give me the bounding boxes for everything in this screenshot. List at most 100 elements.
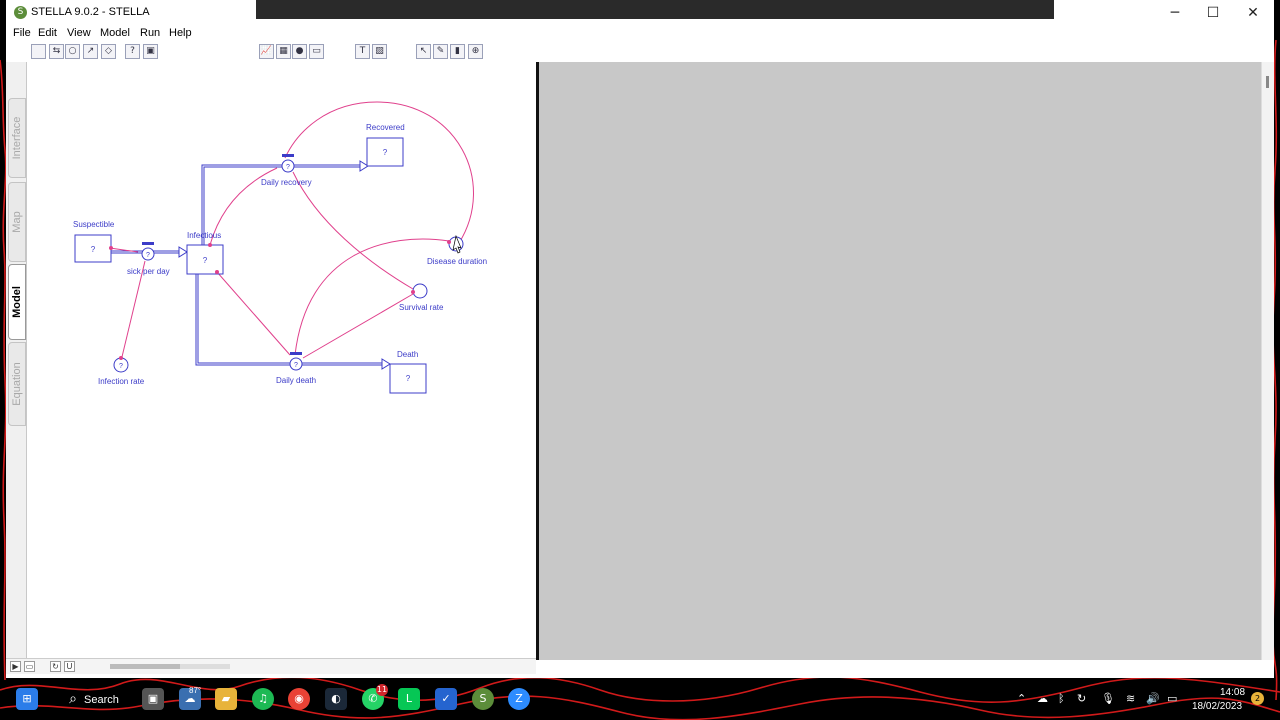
stock-flow-diagram: ? ? ? ? ? ? ? ? Suspectible Infectious R… xyxy=(73,101,487,394)
wifi-icon[interactable]: ≋ xyxy=(1126,692,1135,705)
connector-duration-to-death xyxy=(294,238,450,356)
vertical-scroll-thumb[interactable] xyxy=(1266,76,1269,88)
record-tool-icon[interactable]: ▣ xyxy=(143,44,158,59)
stock-tool-icon[interactable] xyxy=(31,44,46,59)
vertical-scrollbar[interactable] xyxy=(1261,62,1274,660)
menu-view[interactable]: View xyxy=(67,27,91,39)
ghost-tool-icon[interactable]: ⊕ xyxy=(468,44,483,59)
refresh-control-icon[interactable]: ↻ xyxy=(50,661,61,672)
notification-count-badge[interactable]: 2 xyxy=(1251,692,1264,705)
knob-tool-icon[interactable]: ● xyxy=(292,44,307,59)
text-tool-icon[interactable]: T xyxy=(355,44,370,59)
paintbrush-tool-icon[interactable]: ✎ xyxy=(433,44,448,59)
flow-tool-icon[interactable]: ⇆ xyxy=(49,44,64,59)
tab-model[interactable]: Model xyxy=(8,264,26,340)
stock-infectious-value: ? xyxy=(203,256,208,265)
help-tool-icon[interactable]: ? xyxy=(125,44,140,59)
connector-infectious-to-death xyxy=(216,271,291,356)
flow-daily-recovery-value: ? xyxy=(286,164,290,171)
todo-app-icon[interactable]: ✓ xyxy=(435,688,457,710)
stock-death-value: ? xyxy=(406,374,411,383)
picture-tool-icon[interactable]: ▨ xyxy=(372,44,387,59)
title-bar: S STELLA 9.0.2 - STELLA ─ ☐ ✕ xyxy=(6,0,1274,26)
side-tab-strip: Interface Map Model Equation xyxy=(6,62,27,658)
volume-icon[interactable]: 🔊 xyxy=(1146,692,1160,705)
connector-tool-icon[interactable]: ↗ xyxy=(83,44,98,59)
label-infection-rate: Infection rate xyxy=(98,377,145,386)
file-explorer-icon[interactable]: ▰ xyxy=(215,688,237,710)
whatsapp-icon[interactable]: ✆ 11 xyxy=(362,684,388,710)
connector-survival-to-recovery xyxy=(292,171,414,290)
horizontal-scrollbar[interactable] xyxy=(110,664,230,669)
taskbar-search-label[interactable]: Search xyxy=(84,694,119,706)
show-hidden-icons-icon[interactable]: ⌃ xyxy=(1017,692,1026,705)
label-daily-death: Daily death xyxy=(276,376,316,385)
converter-infection-rate-value: ? xyxy=(119,363,123,370)
label-survival-rate: Survival rate xyxy=(399,303,444,312)
flow-daily-death-value: ? xyxy=(294,362,298,369)
stock-susceptible-value: ? xyxy=(91,245,96,254)
menu-edit[interactable]: Edit xyxy=(38,27,57,39)
zoom-control-icon[interactable]: ▭ xyxy=(24,661,35,672)
maximize-button[interactable]: ☐ xyxy=(1194,2,1232,24)
menu-file[interactable]: File xyxy=(13,27,31,39)
numeric-display-tool-icon[interactable]: ▭ xyxy=(309,44,324,59)
tab-interface[interactable]: Interface xyxy=(8,98,26,178)
onedrive-icon[interactable]: ☁ xyxy=(1037,692,1048,705)
menu-help[interactable]: Help xyxy=(169,27,192,39)
title-bar-dark-strip xyxy=(256,0,1054,19)
chrome-icon[interactable]: ◉ xyxy=(288,688,310,710)
flow-sick-per-day-value: ? xyxy=(146,252,150,259)
arrowhead-daily-death xyxy=(381,358,391,370)
converter-tool-icon[interactable]: ○ xyxy=(65,44,80,59)
line-app-icon[interactable]: L xyxy=(398,688,420,710)
clock-date[interactable]: 18/02/2023 xyxy=(1192,701,1242,712)
menu-model[interactable]: Model xyxy=(100,27,130,39)
zoom-app-icon[interactable]: Z xyxy=(508,688,530,710)
horizontal-scroll-thumb[interactable] xyxy=(110,664,180,669)
arrowhead-sick-per-day xyxy=(178,246,188,258)
valve-daily-recovery xyxy=(282,154,294,157)
graph-tool-icon[interactable]: 📈 xyxy=(259,44,274,59)
desktop-screen: S STELLA 9.0.2 - STELLA ─ ☐ ✕ File Edit … xyxy=(0,0,1280,720)
windows-taskbar: ⊞ ⌕ Search ▣ ☁ 87° ▰ ♫ ◉ ◐ ✆ 11 L ✓ S Z ⌃… xyxy=(0,680,1280,720)
clock-time[interactable]: 14:08 xyxy=(1220,687,1245,698)
connector-survival-to-death xyxy=(302,293,414,359)
table-tool-icon[interactable]: ▦ xyxy=(276,44,291,59)
stella-window: S STELLA 9.0.2 - STELLA ─ ☐ ✕ File Edit … xyxy=(6,0,1274,678)
minimize-button[interactable]: ─ xyxy=(1156,2,1194,24)
windows-start-icon[interactable]: ⊞ xyxy=(16,688,38,710)
label-infectious: Infectious xyxy=(187,231,221,240)
connector-infection-rate-to-sick xyxy=(120,260,146,362)
menu-run[interactable]: Run xyxy=(140,27,160,39)
steam-icon[interactable]: ◐ xyxy=(325,688,347,710)
weather-temperature: 87° xyxy=(189,686,202,695)
task-view-icon[interactable]: ▣ xyxy=(142,688,164,710)
decision-tool-icon[interactable]: ◇ xyxy=(101,44,116,59)
canvas-status-bar: ▶ ▭ ↻ U xyxy=(6,658,536,674)
tab-map[interactable]: Map xyxy=(8,182,26,262)
label-sick-per-day: sick per day xyxy=(127,267,170,276)
bluetooth-icon[interactable]: ᛒ xyxy=(1058,692,1065,705)
pointer-tool-icon[interactable]: ↖ xyxy=(416,44,431,59)
sync-icon[interactable]: ↻ xyxy=(1077,692,1086,705)
label-death: Death xyxy=(397,350,418,359)
underline-control-icon[interactable]: U xyxy=(64,661,75,672)
spotify-icon[interactable]: ♫ xyxy=(252,688,274,710)
run-control-icon[interactable]: ▶ xyxy=(10,661,21,672)
close-button[interactable]: ✕ xyxy=(1234,2,1272,24)
model-canvas[interactable]: ? ? ? ? ? ? ? ? Suspectible Infectious R… xyxy=(27,62,536,658)
microphone-icon[interactable]: 🎙 xyxy=(1101,692,1115,705)
toolbar: ⇆ ○ ↗ ◇? ▣ 📈 ▦ ● ▭ T ▨ ↖ ✎ ▮ ⊕ xyxy=(27,43,1274,62)
tab-equation[interactable]: Equation xyxy=(8,342,26,426)
label-recovered: Recovered xyxy=(366,123,405,132)
dynamite-tool-icon[interactable]: ▮ xyxy=(450,44,465,59)
window-title: STELLA 9.0.2 - STELLA xyxy=(31,6,150,18)
search-icon[interactable]: ⌕ xyxy=(64,688,82,710)
battery-icon[interactable]: ▭ xyxy=(1167,692,1177,705)
converter-survival-rate[interactable] xyxy=(412,283,428,299)
menu-bar: File Edit View Model Run Help xyxy=(6,26,1274,42)
label-daily-recovery: Daily recovery xyxy=(261,178,312,187)
stella-taskbar-icon[interactable]: S xyxy=(472,688,494,710)
valve-sick-per-day xyxy=(142,242,154,245)
